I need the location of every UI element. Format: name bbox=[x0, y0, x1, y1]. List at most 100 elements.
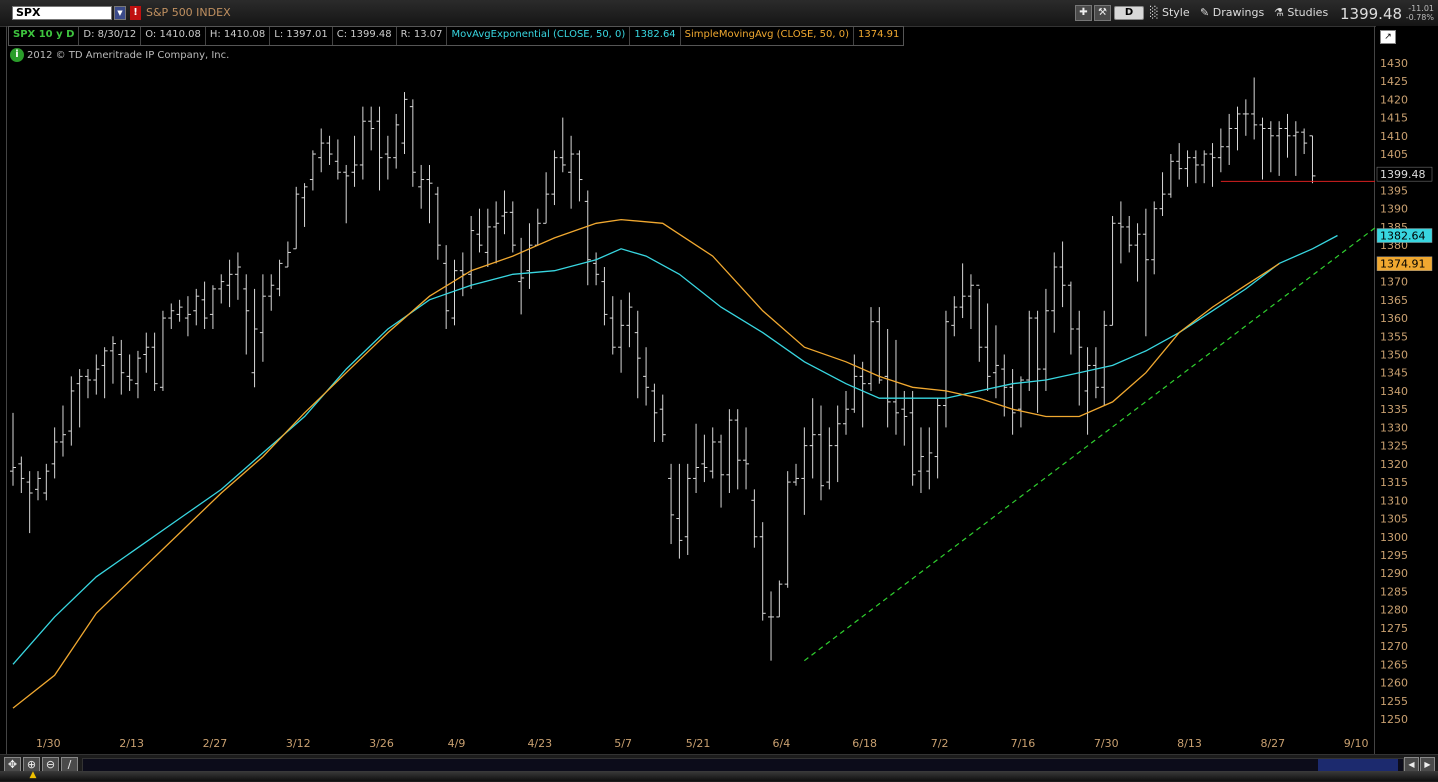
ohlc-bar bbox=[609, 296, 616, 355]
ohlc-bar bbox=[93, 354, 100, 395]
price-chart: 1/30 2/13 2/27 3/12 3/26 4/9 4/23 5/7 5/21 6/4 6/1… bbox=[10, 77, 1376, 750]
y-tick-label: 1355 bbox=[1380, 330, 1408, 343]
y-tick-label: 1340 bbox=[1380, 385, 1408, 398]
ohlc-bar bbox=[243, 274, 250, 355]
ohlc-bar bbox=[768, 591, 775, 661]
y-tick-label: 1250 bbox=[1380, 713, 1408, 726]
drawer-arrow-icon[interactable]: ▲ bbox=[26, 771, 40, 780]
ohlc-bar bbox=[834, 405, 841, 483]
y-tick-label: 1420 bbox=[1380, 93, 1408, 106]
ohlc-bar bbox=[518, 237, 525, 315]
wrench-icon[interactable]: ⚒ bbox=[1094, 5, 1111, 21]
y-tick-label: 1325 bbox=[1380, 440, 1408, 453]
ohlc-bar bbox=[51, 427, 58, 479]
ohlc-bar bbox=[276, 259, 283, 297]
ohlc-bar bbox=[1292, 121, 1299, 176]
ohlc-bar bbox=[501, 190, 508, 235]
alert-icon[interactable]: ! bbox=[130, 6, 141, 20]
ohlc-bar bbox=[784, 471, 791, 588]
time-scrollbar[interactable] bbox=[82, 758, 1404, 772]
info-icon[interactable]: i bbox=[10, 48, 24, 62]
x-tick-label: 3/26 bbox=[369, 737, 394, 750]
ohlc-bar bbox=[776, 580, 783, 618]
last-price-bubble: 1399.48 bbox=[1380, 168, 1426, 181]
style-menu[interactable]: ░ Style bbox=[1150, 5, 1190, 21]
legend-low: L: 1397.01 bbox=[270, 27, 333, 45]
ohlc-bar bbox=[601, 267, 608, 326]
ohlc-bar bbox=[743, 427, 750, 490]
y-tick-label: 1310 bbox=[1380, 494, 1408, 507]
ohlc-bar bbox=[709, 427, 716, 479]
ohlc-bar bbox=[793, 463, 800, 486]
ohlc-bar bbox=[1142, 208, 1149, 337]
expand-chart-icon[interactable]: ↗ bbox=[1380, 30, 1396, 44]
price-axis[interactable]: 1250 1255 1260 1265 1270 1275 1280 1285 1290 1295… bbox=[1376, 26, 1438, 754]
ohlc-bar bbox=[1159, 172, 1166, 216]
flask-icon: ⚗ bbox=[1274, 6, 1284, 19]
ohlc-bar bbox=[1017, 376, 1024, 428]
y-tick-label: 1320 bbox=[1380, 458, 1408, 471]
ohlc-bar bbox=[109, 336, 116, 384]
ohlc-bar bbox=[693, 423, 700, 494]
ohlc-bar bbox=[59, 405, 66, 457]
chevron-down-icon[interactable]: ▼ bbox=[114, 6, 126, 20]
ohlc-bar bbox=[801, 427, 808, 515]
drawings-menu[interactable]: ✎ Drawings bbox=[1200, 5, 1264, 21]
ohlc-bar bbox=[593, 252, 600, 286]
sma-price-bubble: 1374.91 bbox=[1380, 258, 1426, 271]
ohlc-bar bbox=[1192, 150, 1199, 184]
ohlc-bar bbox=[1309, 135, 1316, 184]
chart-area[interactable]: 1/30 2/13 2/27 3/12 3/26 4/9 4/23 5/7 5/21 6/4 6/1… bbox=[6, 26, 1376, 754]
ohlc-bar bbox=[384, 135, 391, 180]
ohlc-bar bbox=[259, 274, 266, 362]
ohlc-bar bbox=[509, 201, 516, 253]
ohlc-bar bbox=[226, 259, 233, 308]
ohlc-bar bbox=[201, 281, 208, 329]
legend-ema-label[interactable]: MovAvgExponential (CLOSE, 50, 0) bbox=[447, 27, 631, 45]
ohlc-bar bbox=[1034, 310, 1041, 413]
ohlc-bar bbox=[1009, 369, 1016, 435]
scrollbar-thumb[interactable] bbox=[1318, 759, 1398, 771]
ohlc-bar bbox=[901, 390, 908, 446]
crosshair-icon[interactable]: ✚ bbox=[1075, 5, 1092, 21]
ohlc-bar bbox=[309, 150, 316, 191]
ohlc-bar bbox=[1259, 117, 1266, 180]
ema-price-bubble: 1382.64 bbox=[1380, 230, 1426, 243]
y-tick-label: 1405 bbox=[1380, 148, 1408, 161]
studies-menu[interactable]: ⚗ Studies bbox=[1274, 5, 1328, 21]
ohlc-bar bbox=[1092, 347, 1099, 399]
legend-close: C: 1399.48 bbox=[333, 27, 397, 45]
ohlc-bar bbox=[343, 164, 350, 224]
ohlc-bar bbox=[76, 369, 83, 428]
ohlc-bar bbox=[867, 307, 874, 391]
y-tick-label: 1305 bbox=[1380, 513, 1408, 526]
y-tick-label: 1260 bbox=[1380, 677, 1408, 690]
ohlc-bar bbox=[126, 354, 133, 391]
net-change-value: -11.01 bbox=[1408, 4, 1434, 13]
ohlc-bar bbox=[1176, 143, 1183, 180]
symbol-input[interactable]: SPX bbox=[12, 6, 112, 20]
ohlc-bar bbox=[618, 299, 625, 373]
ohlc-bar bbox=[859, 361, 866, 428]
y-tick-label: 1390 bbox=[1380, 203, 1408, 216]
ohlc-bar bbox=[10, 412, 16, 486]
ohlc-bar bbox=[1126, 215, 1133, 253]
x-tick-label: 6/4 bbox=[773, 737, 791, 750]
period-button[interactable]: D bbox=[1114, 6, 1144, 20]
ohlc-bar bbox=[1117, 201, 1124, 264]
y-tick-label: 1370 bbox=[1380, 276, 1408, 289]
ohlc-bar bbox=[118, 339, 125, 395]
ohlc-bar bbox=[1109, 215, 1116, 326]
ohlc-bar bbox=[1042, 288, 1049, 391]
ohlc-bar bbox=[1267, 121, 1274, 173]
legend-sma-label[interactable]: SimpleMovingAvg (CLOSE, 50, 0) bbox=[681, 27, 854, 45]
ohlc-bar bbox=[759, 522, 766, 621]
x-tick-label: 8/13 bbox=[1177, 737, 1202, 750]
ohlc-bar bbox=[942, 310, 949, 428]
ohlc-bar bbox=[643, 347, 650, 406]
ohlc-bar bbox=[293, 186, 300, 250]
x-tick-label: 9/10 bbox=[1344, 737, 1369, 750]
ohlc-bar bbox=[151, 332, 158, 391]
x-tick-label: 6/18 bbox=[852, 737, 877, 750]
ohlc-bar bbox=[159, 310, 166, 391]
